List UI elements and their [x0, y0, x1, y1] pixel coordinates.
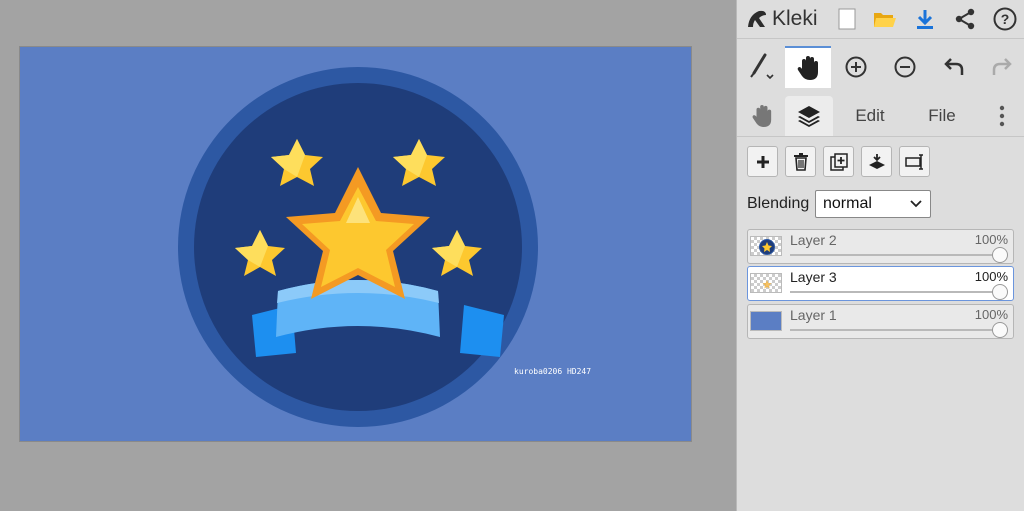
duplicate-layer-button[interactable] — [823, 146, 854, 177]
layer-name: Layer 3 — [790, 269, 837, 285]
drawing-canvas[interactable]: kuroba0206 HD247 — [20, 47, 691, 441]
undo-icon — [944, 58, 964, 75]
canvas-artwork: kuroba0206 HD247 — [20, 47, 691, 441]
brush-tool-button[interactable] — [739, 46, 785, 88]
zoom-out-button[interactable] — [882, 46, 928, 88]
tab-edit[interactable]: Edit — [837, 96, 903, 136]
more-vertical-icon — [999, 105, 1005, 127]
zoom-in-button[interactable] — [833, 46, 879, 88]
opacity-slider-track[interactable] — [790, 291, 999, 293]
open-button[interactable] — [871, 5, 899, 33]
chevron-down-icon — [910, 200, 922, 208]
download-icon — [917, 10, 933, 29]
delete-layer-button[interactable] — [785, 146, 816, 177]
hand-tab-icon — [752, 105, 772, 127]
trash-icon — [793, 152, 808, 171]
sidebar: Kleki ? Edit File Blending normal Layer … — [736, 0, 1024, 511]
svg-text:?: ? — [1001, 11, 1010, 27]
blending-select[interactable]: normal — [815, 190, 931, 218]
watermark-text: kuroba0206 HD247 — [514, 367, 591, 376]
hand-tool-button[interactable] — [785, 46, 831, 88]
more-menu-button[interactable] — [987, 96, 1017, 136]
zoom-in-icon — [845, 56, 867, 78]
duplicate-icon — [829, 152, 848, 171]
hand-icon — [797, 56, 818, 80]
app-name: Kleki — [772, 7, 818, 30]
tool-bar — [737, 46, 1024, 88]
layer-item-layer-1[interactable]: Layer 1 100% — [747, 304, 1014, 339]
rename-layer-button[interactable] — [899, 146, 930, 177]
layer-opacity: 100% — [974, 232, 1008, 247]
redo-icon — [992, 58, 1012, 75]
brush-icon — [750, 53, 774, 80]
layer-thumbnail — [750, 273, 782, 293]
workspace[interactable]: kuroba0206 HD247 — [0, 0, 736, 511]
share-icon — [955, 8, 975, 30]
app-logo[interactable]: Kleki — [745, 5, 818, 33]
opacity-slider-handle[interactable] — [992, 247, 1008, 263]
layers-icon — [798, 106, 820, 127]
tab-file[interactable]: File — [909, 96, 975, 136]
layer-item-layer-2[interactable]: Layer 2 100% — [747, 229, 1014, 264]
download-button[interactable] — [911, 5, 939, 33]
redo-button[interactable] — [979, 46, 1024, 88]
plus-icon — [756, 155, 769, 168]
undo-button[interactable] — [931, 46, 977, 88]
layer-opacity: 100% — [974, 307, 1008, 322]
layer-name: Layer 1 — [790, 307, 837, 323]
blending-label: Blending — [747, 195, 810, 212]
new-image-button[interactable] — [833, 5, 861, 33]
layer-item-layer-3[interactable]: Layer 3 100% — [747, 266, 1014, 301]
opacity-slider-track[interactable] — [790, 254, 999, 256]
layer-name: Layer 2 — [790, 232, 837, 248]
help-icon: ? — [993, 7, 1017, 31]
help-button[interactable]: ? — [991, 5, 1019, 33]
opacity-slider-handle[interactable] — [992, 322, 1008, 338]
tab-hand[interactable] — [741, 96, 783, 136]
merge-down-icon — [868, 153, 885, 169]
zoom-out-icon — [894, 56, 916, 78]
share-button[interactable] — [951, 5, 979, 33]
add-layer-button[interactable] — [747, 146, 778, 177]
layer-thumbnail — [750, 236, 782, 256]
opacity-slider-track[interactable] — [790, 329, 999, 331]
tab-layers[interactable] — [785, 96, 833, 136]
kleki-logo-icon — [748, 10, 766, 28]
top-bar: Kleki ? — [737, 0, 1024, 39]
opacity-slider-handle[interactable] — [992, 284, 1008, 300]
layer-opacity: 100% — [974, 269, 1008, 284]
rename-icon — [904, 153, 923, 170]
panel-tabs: Edit File — [737, 96, 1024, 137]
new-image-icon — [838, 8, 856, 30]
blending-value: normal — [823, 195, 872, 212]
layer-thumbnail — [750, 311, 782, 331]
merge-down-button[interactable] — [861, 146, 892, 177]
open-folder-icon — [874, 13, 896, 27]
